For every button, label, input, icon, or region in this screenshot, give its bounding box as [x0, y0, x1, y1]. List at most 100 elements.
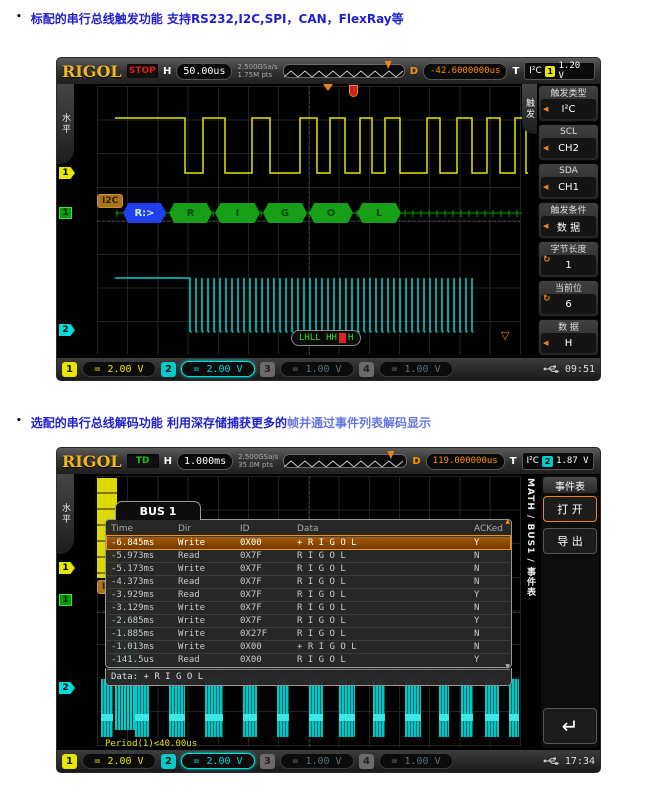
menu-item-value: ◀CH1 — [541, 177, 596, 197]
menu-item-value: ↻6 — [541, 294, 596, 314]
table-cell: R I G O L — [297, 603, 474, 613]
coupling-icon: = — [292, 364, 298, 375]
scroll-up-icon[interactable]: ▲ — [505, 519, 510, 525]
bus1-position-marker[interactable]: 1 — [59, 594, 72, 606]
memory-position-bar[interactable] — [283, 64, 405, 78]
channel-1-badge[interactable]: 1 — [62, 754, 77, 769]
cyan-burst — [205, 679, 223, 737]
channel-3-readout[interactable]: =1.00 V — [280, 753, 354, 769]
bus1-tab[interactable]: BUS 1 — [115, 501, 201, 520]
menu-item-value: ↻1 — [541, 255, 596, 275]
table-cell: R I G O L — [297, 629, 474, 639]
menu-item-5[interactable]: 字节长度↻1 — [538, 241, 599, 278]
channel-1-readout[interactable]: =2.00 V — [82, 361, 156, 377]
channel-2-readout[interactable]: =2.00 V — [181, 753, 255, 769]
channel-4-badge[interactable]: 4 — [359, 362, 374, 377]
table-row-3[interactable]: -5.173msWrite0X7FR I G O LN — [107, 562, 510, 575]
table-cell: Write — [178, 642, 240, 652]
table-row-5[interactable]: -3.929msRead0X7FR I G O LY — [107, 588, 510, 601]
table-row-6[interactable]: -3.129msWrite0X7FR I G O LN — [107, 601, 510, 614]
cyan-burst — [309, 679, 323, 737]
scroll-down-icon[interactable]: ▼ — [505, 664, 510, 670]
table-row-8[interactable]: -1.885msWrite0X27FR I G O LN — [107, 627, 510, 640]
channel-2-badge[interactable]: 2 — [161, 362, 176, 377]
channel-4-readout[interactable]: =1.00 V — [379, 361, 453, 377]
column-header-time: Time — [111, 524, 178, 534]
clock-text: 09:51 — [565, 364, 595, 375]
cyan-burst — [101, 679, 113, 737]
tab-horizontal[interactable]: 水平 — [57, 84, 74, 164]
tab-trigger[interactable]: 触发 — [522, 84, 537, 134]
menu-item-6[interactable]: 当前位↻6 — [538, 280, 599, 317]
left-arrow-icon: ◀ — [543, 144, 548, 152]
menu-item-title: 数 据 — [539, 320, 598, 333]
export-button[interactable]: 导 出 — [543, 528, 597, 554]
page: • 标配的串行总线触发功能 支持RS232,I2C,SPI，CAN，FlexRa… — [0, 0, 656, 794]
table-cell: Y — [474, 538, 514, 548]
table-cell: R I G O L — [297, 616, 474, 626]
table-row-2[interactable]: -5.973msRead0X7FR I G O LN — [107, 549, 510, 562]
trigger-data-pattern-pill: LHLL HH H — [291, 330, 361, 346]
menu-item-4[interactable]: 触发条件◀数 据 — [538, 202, 599, 239]
table-cell: 0X7F — [240, 590, 297, 600]
menu-item-1[interactable]: 触发类型◀I²C — [538, 85, 599, 122]
bullet1-text: 标配的串行总线触发功能 支持RS232,I2C,SPI，CAN，FlexRay等 — [31, 10, 404, 27]
sample-rate: 2.500GSa/s — [238, 453, 278, 461]
trigger-level: 1.87 V — [556, 456, 589, 466]
decode-frame: L — [357, 203, 401, 223]
menu-title-event-table: 事件表 — [543, 477, 597, 493]
menu-item-3[interactable]: SDA◀CH1 — [538, 163, 599, 200]
table-cell: -1.013ms — [111, 642, 178, 652]
table-cell: Y — [474, 590, 514, 600]
menu-item-2[interactable]: SCL◀CH2 — [538, 124, 599, 161]
menu-more-icon[interactable]: ▽ — [501, 330, 509, 341]
open-button[interactable]: 打 开 — [543, 496, 597, 522]
channel-scale-value: 2.00 V — [206, 756, 242, 767]
channel-3-badge[interactable]: 3 — [260, 754, 275, 769]
table-row-9[interactable]: -1.013msWrite0X00+ R I G O LN — [107, 640, 510, 653]
memory-position-bar[interactable] — [283, 454, 407, 468]
channel-3-readout[interactable]: =1.00 V — [280, 361, 354, 377]
channel-1-readout[interactable]: =2.00 V — [82, 753, 156, 769]
scope2-channel-bar: 1=2.00 V2=2.00 V3=1.00 V4=1.00 V17:34 — [57, 750, 600, 772]
coupling-icon: = — [94, 756, 100, 767]
trigger-type: I²C — [529, 66, 542, 76]
menu-item-7[interactable]: 数 据 ◀ H — [538, 319, 599, 356]
channel-2-badge[interactable]: 2 — [161, 754, 176, 769]
horizontal-label: H — [164, 456, 172, 467]
tab-horizontal[interactable]: 水平 — [57, 474, 74, 554]
table-row-1[interactable]: -6.845msWrite0X00+ R I G O LY — [107, 536, 510, 549]
channel-3-badge[interactable]: 3 — [260, 362, 275, 377]
channel-1-badge[interactable]: 1 — [62, 362, 77, 377]
trigger-type: I²C — [527, 456, 540, 466]
table-row-10[interactable]: -141.5usRead0X00R I G O LY — [107, 653, 510, 666]
scope1-header: RIGOL STOP H 50.00us 2.500GSa/s 1.75M pt… — [57, 58, 600, 84]
coupling-icon: = — [193, 364, 199, 375]
channel-4-badge[interactable]: 4 — [359, 754, 374, 769]
menu-item-title: SCL — [539, 125, 598, 138]
table-row-7[interactable]: -2.685msWrite0X7FR I G O LY — [107, 614, 510, 627]
menu-item-text: H — [565, 338, 573, 349]
decode-frame: R:> — [123, 203, 166, 223]
table-cell: Write — [178, 538, 240, 548]
table-cell: 0X00 — [240, 642, 297, 652]
clock-text: 17:34 — [565, 756, 595, 767]
coupling-icon: = — [391, 364, 397, 375]
coupling-icon: = — [292, 756, 298, 767]
channel-4-readout[interactable]: =1.00 V — [379, 753, 453, 769]
cyan-burst — [461, 679, 473, 737]
table-cell: -3.129ms — [111, 603, 178, 613]
scope2-side-tabs[interactable]: MATH / BUS1 / 事件表 — [522, 478, 537, 733]
period-measurement: Period(1)<40.00us — [105, 739, 197, 749]
channel-scale-value: 1.00 V — [404, 756, 440, 767]
table-row-4[interactable]: -4.373msRead0X7FR I G O LN — [107, 575, 510, 588]
table-cell: -4.373ms — [111, 577, 178, 587]
trigger-source-badge: 2 — [542, 456, 553, 467]
channel-scale-value: 2.00 V — [206, 364, 242, 375]
channel-2-readout[interactable]: = 2.00 V — [181, 361, 255, 377]
table-cell: Write — [178, 564, 240, 574]
bullet-icon: • — [16, 416, 22, 426]
return-button[interactable]: ↵ — [543, 708, 597, 744]
decode-frame: I — [215, 203, 260, 223]
left-arrow-icon: ◀ — [543, 339, 548, 347]
